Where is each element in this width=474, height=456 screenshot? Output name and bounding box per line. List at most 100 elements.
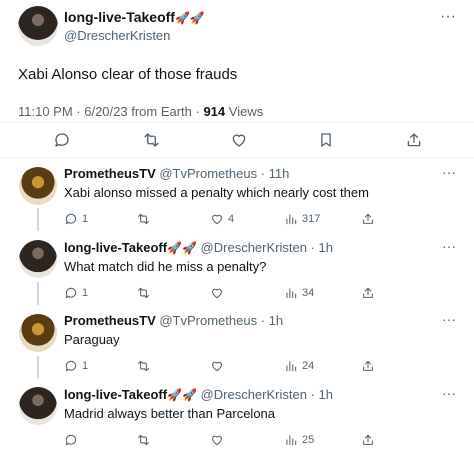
analytics-icon: [286, 361, 297, 372]
like-button[interactable]: [210, 358, 228, 374]
analytics-icon: [286, 435, 297, 446]
views-button[interactable]: 34: [284, 285, 314, 301]
reply-text: Xabi alonso missed a penalty which nearl…: [64, 185, 369, 200]
retweet-button[interactable]: [136, 432, 155, 448]
reply-header: long-live-Takeoff🚀🚀 @DrescherKristen · 1…: [64, 240, 333, 255]
timestamp-source[interactable]: 11:10 PM · 6/20/23 from Earth ·: [18, 104, 203, 119]
reply-button[interactable]: 1: [64, 358, 88, 374]
share-button[interactable]: [361, 211, 375, 227]
tweet-text: Xabi Alonso clear of those frauds: [18, 66, 238, 83]
view-count: 317: [302, 213, 321, 225]
reply-icon: [65, 213, 77, 225]
reply-tweet[interactable]: PrometheusTV @TvPrometheus · 11h ··· Xab…: [0, 164, 474, 240]
avatar[interactable]: [18, 6, 58, 46]
handle-and-time[interactable]: @DrescherKristen · 1h: [197, 387, 333, 402]
divider: [0, 157, 474, 158]
share-icon: [363, 434, 373, 445]
reply-button[interactable]: 1: [64, 211, 88, 227]
share-button[interactable]: [361, 285, 375, 301]
retweet-icon: [138, 434, 149, 446]
views-button[interactable]: 25: [284, 432, 314, 448]
reply-tweet[interactable]: long-live-Takeoff🚀🚀 @DrescherKristen · 1…: [0, 238, 474, 314]
avatar[interactable]: [19, 240, 57, 278]
tweet-meta: 11:10 PM · 6/20/23 from Earth · 914 View…: [18, 104, 263, 119]
handle-and-time[interactable]: @TvPrometheus · 11h: [156, 166, 289, 181]
more-options-icon[interactable]: ···: [442, 164, 456, 180]
reply-count: 1: [82, 213, 89, 225]
rocket-emoji: 🚀🚀: [167, 388, 197, 402]
share-icon: [363, 360, 373, 371]
avatar[interactable]: [19, 314, 57, 352]
views-count: 914: [203, 104, 226, 119]
author-name[interactable]: long-live-Takeoff: [64, 387, 167, 402]
author-name[interactable]: PrometheusTV: [64, 313, 156, 328]
author-name[interactable]: long-live-Takeoff: [64, 240, 167, 255]
share-button[interactable]: [361, 432, 375, 448]
rocket-emoji: 🚀🚀: [167, 241, 197, 255]
reply-icon[interactable]: [49, 127, 75, 153]
more-options-icon[interactable]: ···: [442, 238, 456, 254]
share-button[interactable]: [361, 358, 375, 374]
avatar[interactable]: [19, 387, 57, 425]
more-options-icon[interactable]: ···: [442, 385, 456, 401]
retweet-icon: [138, 360, 149, 372]
reply-header: PrometheusTV @TvPrometheus · 11h: [64, 166, 289, 181]
avatar[interactable]: [19, 167, 57, 205]
reply-text: What match did he miss a penalty?: [64, 259, 267, 274]
reply-actions: 1 34: [64, 285, 384, 301]
bookmark-icon[interactable]: [313, 127, 339, 153]
retweet-icon: [138, 213, 149, 225]
analytics-icon: [286, 288, 297, 299]
main-tweet: long-live-Takeoff🚀🚀 @DrescherKristen ···…: [0, 0, 474, 158]
view-count: 25: [302, 434, 315, 446]
reply-actions: 1 4 317: [64, 211, 384, 227]
tweet-actions: [0, 127, 474, 153]
like-count: 4: [228, 213, 235, 225]
handle-and-time[interactable]: @TvPrometheus · 1h: [156, 313, 283, 328]
reply-count: 1: [82, 360, 89, 372]
reply-header: long-live-Takeoff🚀🚀 @DrescherKristen · 1…: [64, 387, 333, 402]
reply-button[interactable]: [64, 432, 82, 448]
like-button[interactable]: [210, 432, 228, 448]
reply-text: Madrid always better than Parcelona: [64, 406, 276, 421]
like-button[interactable]: 4: [210, 211, 234, 227]
view-count: 34: [302, 287, 315, 299]
share-icon: [363, 213, 373, 224]
reply-header: PrometheusTV @TvPrometheus · 1h: [64, 313, 283, 328]
like-button[interactable]: [210, 285, 228, 301]
reply-icon: [65, 434, 77, 446]
divider: [0, 122, 474, 123]
view-count: 24: [302, 360, 315, 372]
retweet-button[interactable]: [136, 211, 155, 227]
like-icon: [212, 214, 222, 225]
rocket-emoji: 🚀🚀: [174, 11, 205, 25]
reply-button[interactable]: 1: [64, 285, 88, 301]
author-name[interactable]: PrometheusTV: [64, 166, 156, 181]
reply-tweet[interactable]: PrometheusTV @TvPrometheus · 1h ··· Para…: [0, 311, 474, 387]
author-handle[interactable]: @DrescherKristen: [64, 28, 170, 43]
reply-count: 1: [82, 287, 89, 299]
reply-icon: [65, 360, 77, 372]
retweet-button[interactable]: [136, 358, 155, 374]
handle-and-time[interactable]: @DrescherKristen · 1h: [197, 240, 333, 255]
views-label: Views: [225, 104, 264, 119]
like-icon[interactable]: [226, 127, 252, 153]
like-icon: [212, 435, 222, 446]
views-button[interactable]: 317: [284, 211, 320, 227]
retweet-icon[interactable]: [138, 127, 164, 153]
retweet-icon: [138, 287, 149, 299]
analytics-icon: [286, 214, 297, 225]
views-button[interactable]: 24: [284, 358, 314, 374]
author-name[interactable]: long-live-Takeoff🚀🚀: [64, 9, 205, 25]
more-options-icon[interactable]: ···: [442, 311, 456, 327]
reply-tweet[interactable]: long-live-Takeoff🚀🚀 @DrescherKristen · 1…: [0, 385, 474, 456]
more-options-icon[interactable]: ···: [440, 8, 456, 26]
like-icon: [212, 361, 222, 372]
reply-actions: 1 24: [64, 358, 384, 374]
share-icon[interactable]: [401, 127, 427, 153]
reply-text: Paraguay: [64, 332, 120, 347]
reply-actions: 25: [64, 432, 384, 448]
reply-icon: [65, 287, 77, 299]
retweet-button[interactable]: [136, 285, 155, 301]
share-icon: [363, 287, 373, 298]
